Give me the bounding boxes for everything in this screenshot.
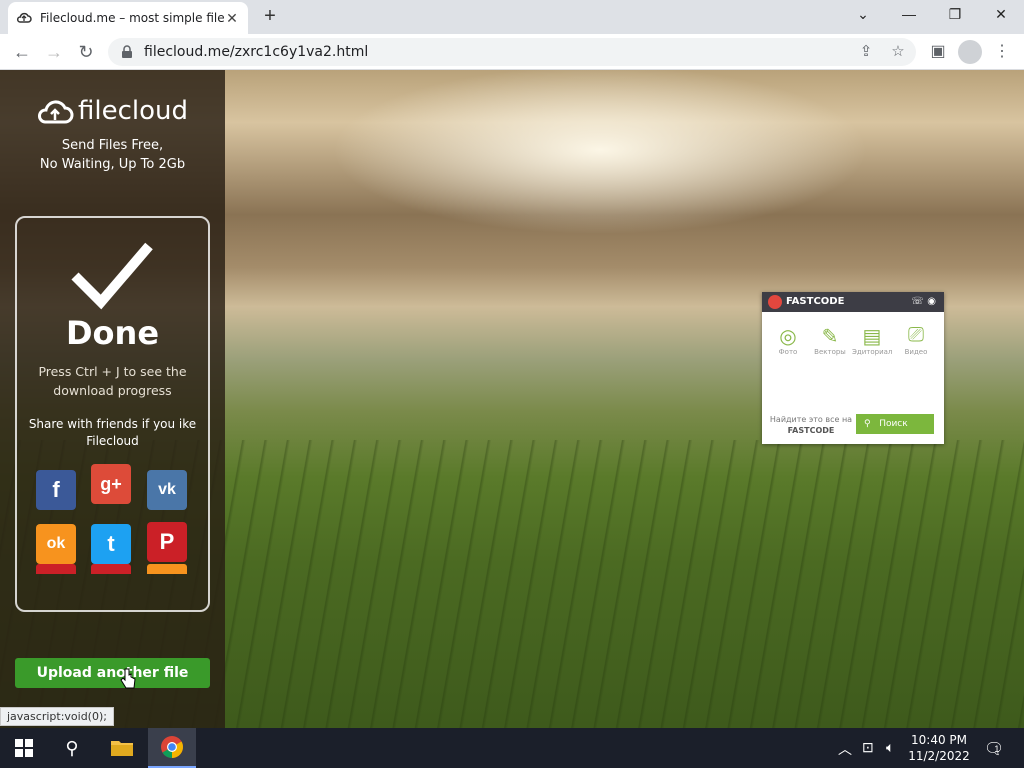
fastcode-search-button[interactable]: ⚲ Поиск: [856, 414, 934, 434]
share-text: Share with friends if you ike Filecloud: [28, 417, 197, 448]
browser-toolbar: ← → ↻ filecloud.me/zxrc1c6y1va2.html ⇪ ☆…: [0, 34, 1024, 70]
menu-kebab-icon[interactable]: ⋮: [990, 40, 1014, 64]
google-plus-share-icon[interactable]: g+: [91, 464, 131, 504]
tagline-line-1: Send Files Free,: [61, 138, 164, 153]
more-share-icon[interactable]: [147, 564, 187, 574]
fastcode-item-label: Видео: [904, 348, 928, 356]
search-icon: ⚲: [864, 419, 871, 429]
side-panel-icon[interactable]: ▣: [926, 40, 950, 64]
network-icon[interactable]: ⊡: [862, 739, 874, 756]
lock-icon: [122, 45, 132, 58]
more-share-icon[interactable]: [91, 564, 131, 574]
fastcode-header: FASTCODE ☏ ◉: [762, 292, 944, 312]
close-window-button[interactable]: ✕: [978, 0, 1024, 30]
cloud-upload-icon: [38, 100, 74, 124]
volume-icon[interactable]: 🔈︎: [886, 739, 894, 756]
search-label: Поиск: [879, 419, 908, 429]
notification-count: 1: [994, 744, 1000, 754]
fastcode-photo-item[interactable]: ◎ Фото: [768, 324, 808, 356]
more-share-icon[interactable]: [36, 564, 76, 574]
search-icon[interactable]: ⚲: [48, 728, 96, 768]
share-icon[interactable]: ⇪: [854, 40, 878, 64]
filecloud-logo[interactable]: filecloud: [36, 96, 188, 126]
minimize-button[interactable]: —: [886, 0, 932, 30]
taskbar: ⚲ ︿ ⊡ 🔈︎ 10:40 PM 11/2/2022 🗨︎1: [0, 728, 1024, 768]
fastcode-vector-item[interactable]: ✎ Векторы: [810, 324, 850, 356]
bookmark-star-icon[interactable]: ☆: [886, 40, 910, 64]
vk-share-icon[interactable]: vk: [147, 470, 187, 510]
fastcode-item-label: Векторы: [814, 348, 846, 356]
restore-button[interactable]: ❐: [932, 0, 978, 30]
fastcode-flame-icon: [768, 295, 782, 309]
url-text: filecloud.me/zxrc1c6y1va2.html: [144, 44, 369, 60]
editorial-icon: ▤: [862, 326, 882, 348]
facebook-share-icon[interactable]: f: [36, 470, 76, 510]
back-icon[interactable]: ←: [10, 40, 34, 64]
browser-tab[interactable]: Filecloud.me – most simple file s ✕: [8, 2, 248, 34]
tab-search-chevron-icon[interactable]: ⌄: [840, 0, 886, 30]
file-explorer-icon[interactable]: [98, 728, 146, 768]
done-title: Done: [65, 314, 160, 352]
video-icon: ⎚: [908, 324, 924, 346]
sidebar: filecloud Send Files Free, No Waiting, U…: [0, 70, 225, 728]
fastcode-item-label: Фото: [778, 348, 798, 356]
status-bar-link: javascript:void(0);: [0, 707, 114, 726]
profile-avatar-icon[interactable]: [958, 40, 982, 64]
tagline-line-2: No Waiting, Up To 2Gb: [39, 157, 186, 172]
tab-title: Filecloud.me – most simple file s: [40, 11, 224, 25]
cloud-favicon-icon: [16, 12, 32, 23]
clock-date: 11/2/2022: [908, 749, 970, 763]
fastcode-find-text: Найдите это все на FASTCODE: [768, 414, 854, 436]
chrome-taskbar-icon[interactable]: [148, 728, 196, 768]
download-hint: Press Ctrl + J to see the download progr…: [38, 364, 187, 398]
camera-icon: ◎: [779, 326, 797, 348]
upload-another-file-button[interactable]: Upload another file: [15, 658, 210, 688]
done-panel: Done Press Ctrl + J to see the download …: [15, 216, 210, 612]
address-bar[interactable]: filecloud.me/zxrc1c6y1va2.html: [108, 38, 916, 66]
chrome-icon: [161, 736, 183, 758]
fastcode-editorial-item[interactable]: ▤ Эдиториал: [852, 324, 892, 356]
find-text: Найдите это все на: [769, 415, 853, 424]
checkmark-icon: [71, 242, 153, 310]
fastcode-item-label: Эдиториал: [852, 348, 893, 356]
new-tab-button[interactable]: +: [258, 5, 282, 29]
page-content: filecloud Send Files Free, No Waiting, U…: [0, 70, 1024, 728]
find-brand: FASTCODE: [787, 426, 835, 435]
logo-text: filecloud: [78, 96, 189, 126]
fastcode-video-item[interactable]: ⎚ Видео: [896, 324, 936, 356]
reload-icon[interactable]: ↻: [74, 40, 98, 64]
forward-icon[interactable]: →: [42, 40, 66, 64]
pinterest-share-icon[interactable]: P: [147, 522, 187, 562]
start-windows-icon[interactable]: [0, 728, 48, 768]
clock-time: 10:40 PM: [911, 733, 967, 747]
tab-strip: Filecloud.me – most simple file s ✕ + ⌄ …: [0, 0, 1024, 34]
twitter-share-icon[interactable]: t: [91, 524, 131, 564]
notifications-icon[interactable]: 🗨︎1: [984, 739, 1009, 759]
vector-icon: ✎: [821, 326, 839, 348]
phone-chat-icon[interactable]: ☏ ◉: [911, 292, 936, 312]
clock[interactable]: 10:40 PM 11/2/2022: [904, 732, 974, 764]
hand-cursor-icon: [120, 668, 136, 689]
tray-chevron-up-icon[interactable]: ︿: [838, 739, 852, 759]
fastcode-widget[interactable]: FASTCODE ☏ ◉ ◎ Фото ✎ Векторы ▤ Эдиториа…: [762, 292, 944, 444]
folder-icon: [111, 741, 133, 756]
windows-logo-icon: [15, 739, 33, 757]
odnoklassniki-share-icon[interactable]: ok: [36, 524, 76, 564]
fastcode-brand: FASTCODE: [786, 296, 845, 307]
tab-close-icon[interactable]: ✕: [224, 10, 240, 26]
